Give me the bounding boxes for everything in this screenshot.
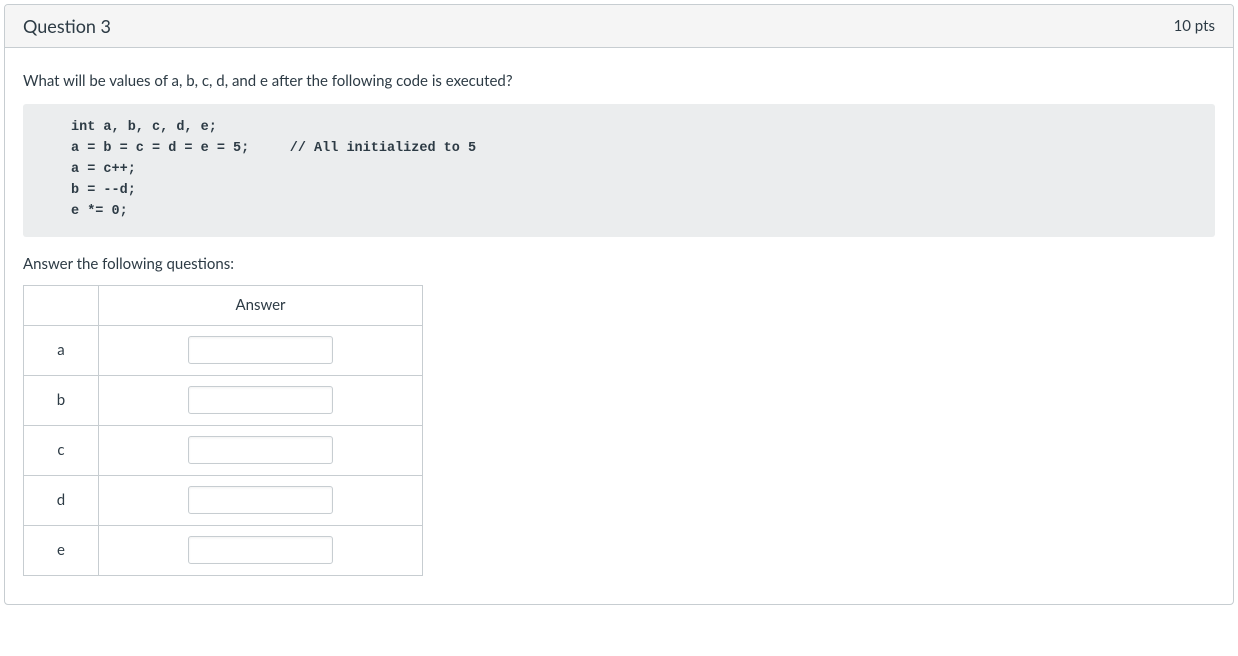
input-cell — [99, 375, 423, 425]
answer-input-b[interactable] — [188, 386, 333, 414]
table-row: c — [24, 425, 423, 475]
table-header-blank — [24, 285, 99, 325]
input-cell — [99, 525, 423, 575]
table-header-answer: Answer — [99, 285, 423, 325]
input-cell — [99, 425, 423, 475]
question-points: 10 pts — [1174, 17, 1215, 35]
var-label-d: d — [24, 475, 99, 525]
input-cell — [99, 325, 423, 375]
var-label-c: c — [24, 425, 99, 475]
question-prompt: What will be values of a, b, c, d, and e… — [23, 72, 1215, 90]
answer-table: Answer a b c — [23, 285, 423, 576]
var-label-a: a — [24, 325, 99, 375]
input-cell — [99, 475, 423, 525]
table-row: b — [24, 375, 423, 425]
var-label-b: b — [24, 375, 99, 425]
question-header: Question 3 10 pts — [5, 5, 1233, 48]
code-block: int a, b, c, d, e; a = b = c = d = e = 5… — [23, 104, 1215, 237]
question-body: What will be values of a, b, c, d, and e… — [5, 48, 1233, 604]
answer-input-a[interactable] — [188, 336, 333, 364]
question-container: Question 3 10 pts What will be values of… — [4, 4, 1234, 605]
question-subprompt: Answer the following questions: — [23, 255, 1215, 273]
answer-input-c[interactable] — [188, 436, 333, 464]
table-row: a — [24, 325, 423, 375]
question-title: Question 3 — [23, 15, 111, 37]
table-row: e — [24, 525, 423, 575]
table-row: d — [24, 475, 423, 525]
answer-input-e[interactable] — [188, 536, 333, 564]
answer-input-d[interactable] — [188, 486, 333, 514]
var-label-e: e — [24, 525, 99, 575]
